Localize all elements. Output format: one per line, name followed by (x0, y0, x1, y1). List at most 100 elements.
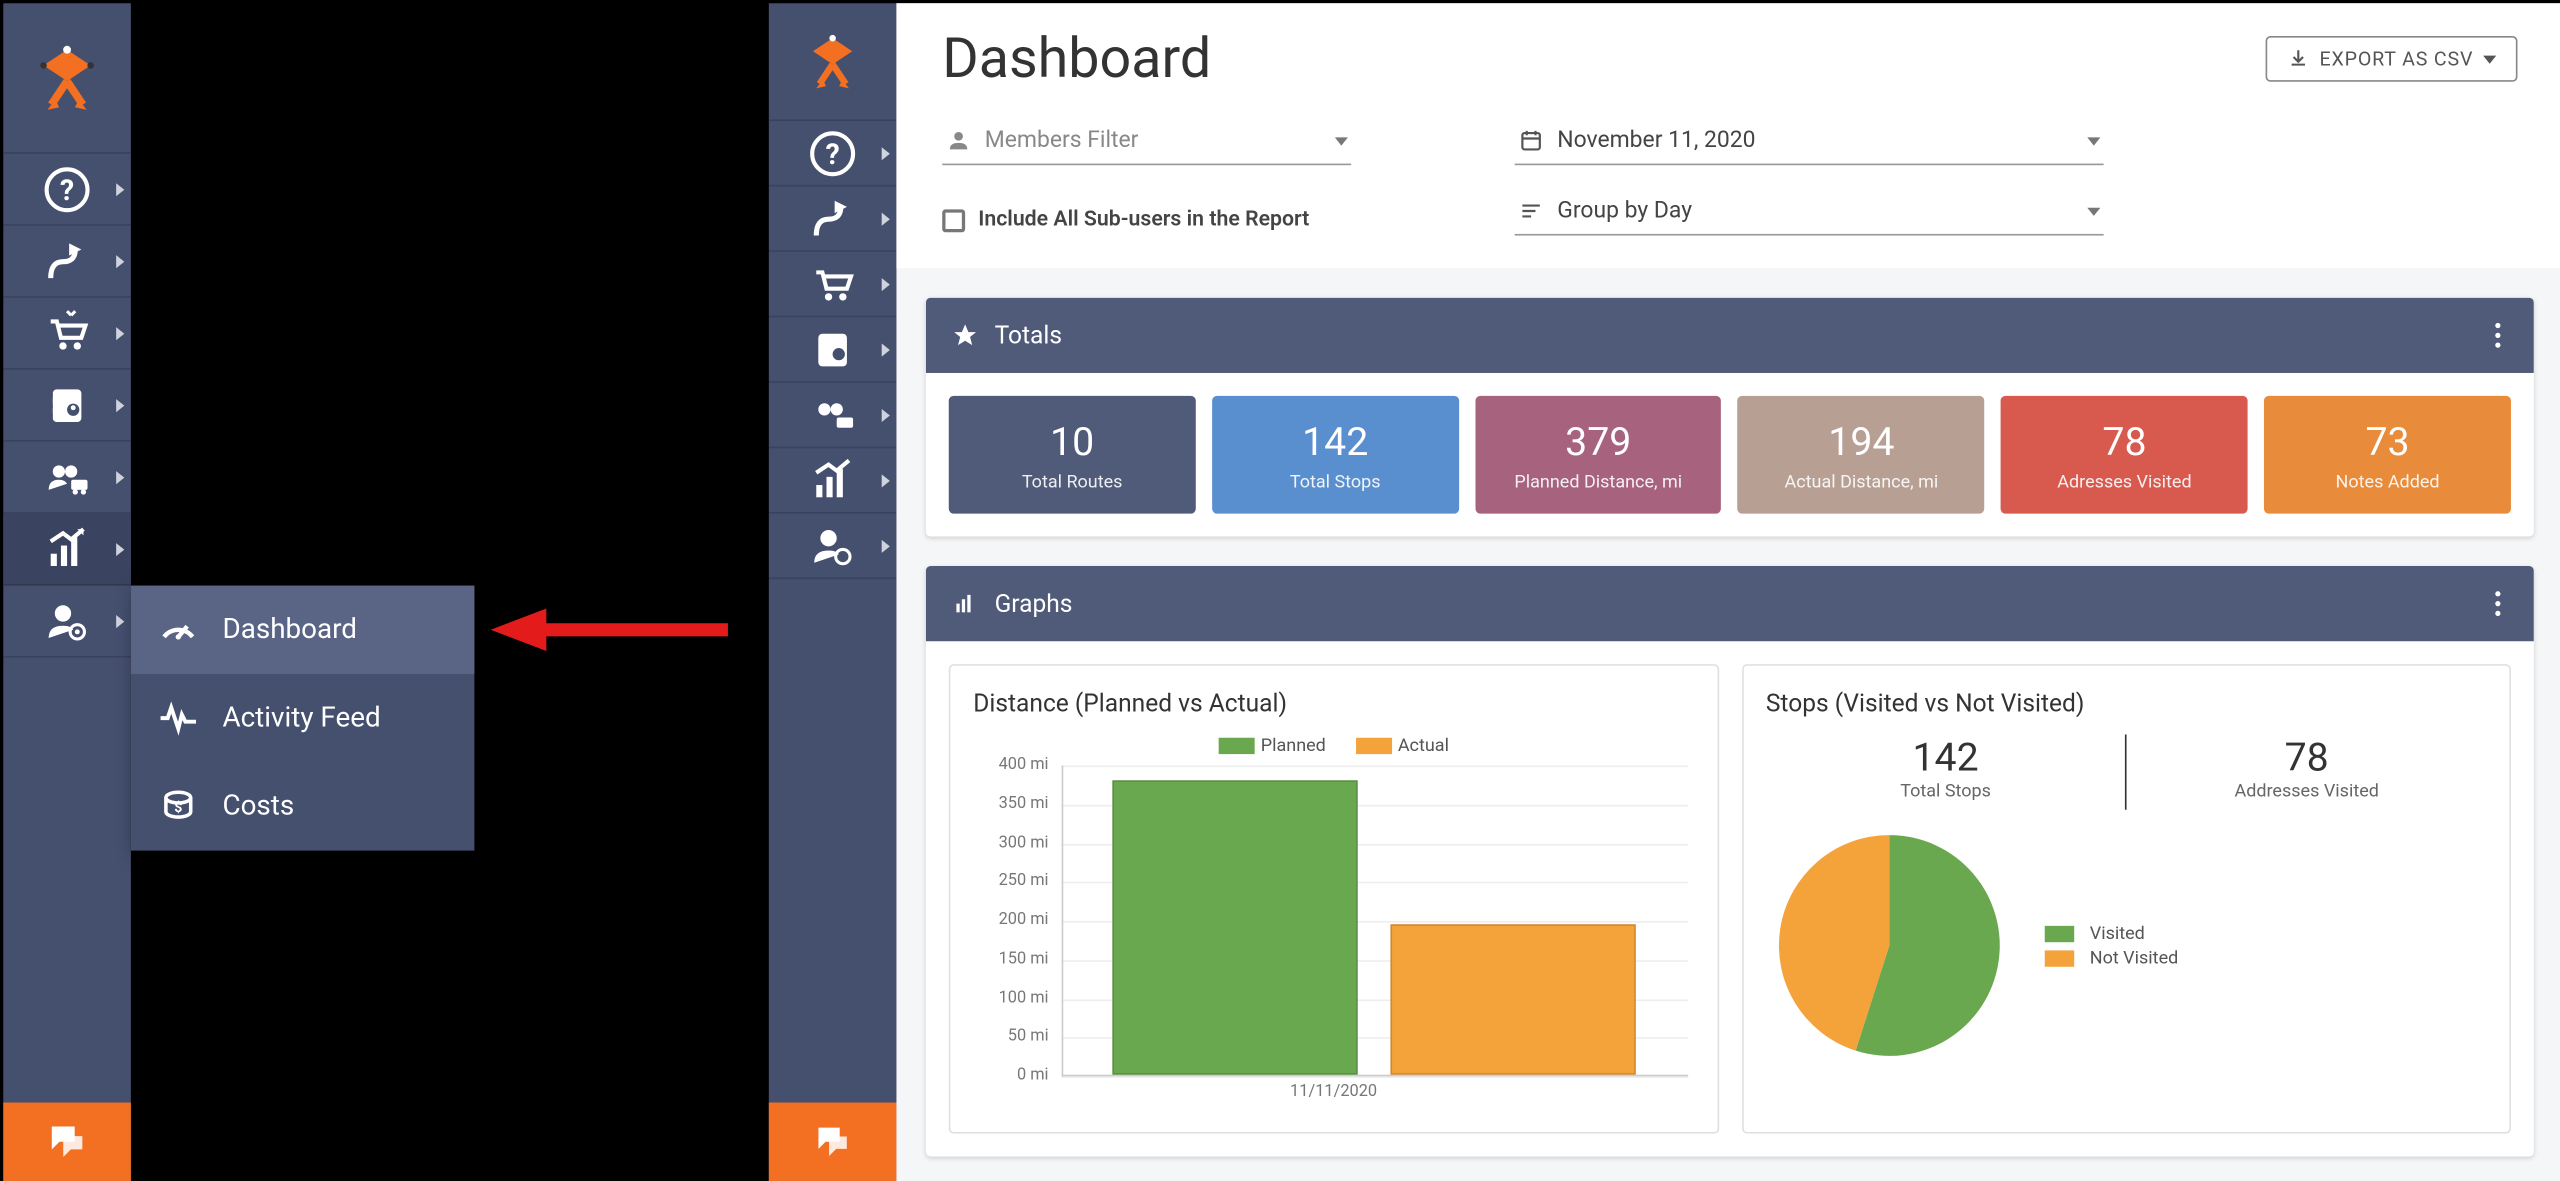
export-label: EXPORT AS CSV (2320, 47, 2474, 70)
submenu-costs[interactable]: $ Costs (131, 762, 475, 850)
nav-orders[interactable] (3, 298, 131, 370)
include-subusers-checkbox[interactable]: Include All Sub-users in the Report (942, 208, 1449, 233)
export-csv-button[interactable]: EXPORT AS CSV (2266, 36, 2518, 82)
nav-addressbook[interactable] (3, 370, 131, 442)
nav-addressbook[interactable] (769, 317, 897, 382)
chevron-right-icon (116, 254, 124, 267)
chevron-right-icon (882, 277, 890, 290)
download-icon (2287, 47, 2310, 70)
chevron-right-icon (882, 146, 890, 159)
card-value: 142 (1302, 418, 1368, 464)
nav-routes[interactable] (3, 226, 131, 298)
legend-not-visited: Not Visited (2090, 947, 2179, 968)
chevron-right-icon (116, 470, 124, 483)
members-filter-placeholder: Members Filter (985, 128, 1139, 154)
distance-bar-chart: 0 mi50 mi100 mi150 mi200 mi250 mi300 mi3… (973, 766, 1694, 1110)
card-label: Total Stops (1290, 470, 1381, 491)
nav-orders[interactable] (769, 252, 897, 317)
panel-menu-button[interactable] (2488, 584, 2508, 623)
card-label: Total Routes (1022, 470, 1123, 491)
card-label: Notes Added (2336, 470, 2440, 491)
total-stops-label: Total Stops (1766, 780, 2125, 801)
user-icon (945, 128, 971, 154)
caret-down-icon (2483, 55, 2496, 63)
card-label: Actual Distance, mi (1784, 470, 1938, 491)
card-label: Adresses Visited (2057, 470, 2191, 491)
chevron-right-icon (882, 408, 890, 421)
graphs-header: Graphs (995, 589, 1073, 618)
legend-visited: Visited (2090, 923, 2145, 944)
nav-user-settings[interactable] (3, 586, 131, 658)
card-value: 73 (2365, 418, 2409, 464)
calendar-icon (1518, 128, 1544, 154)
nav-user-settings[interactable] (769, 514, 897, 579)
card-value: 78 (2102, 418, 2146, 464)
stops-chart-card: Stops (Visited vs Not Visited) 142 Total… (1741, 664, 2511, 1133)
totals-card: 194 Actual Distance, mi (1738, 396, 1985, 514)
totals-header: Totals (995, 321, 1062, 350)
bar-actual (1390, 924, 1635, 1075)
nav-help[interactable]: ? (769, 121, 897, 186)
nav-routes[interactable] (769, 186, 897, 251)
chevron-right-icon (116, 614, 124, 627)
x-axis-label: 11/11/2020 (973, 1083, 1694, 1109)
chat-button[interactable] (769, 1103, 897, 1181)
total-stops-value: 142 (1766, 734, 2125, 780)
caret-down-icon (2087, 137, 2100, 145)
chart-icon (952, 591, 978, 617)
star-icon (952, 322, 978, 348)
panel-menu-button[interactable] (2488, 316, 2508, 355)
totals-panel: Totals 10 Total Routes 142 Total Stops 379… (926, 298, 2534, 537)
chat-button[interactable] (3, 1103, 131, 1181)
nav-analytics[interactable] (3, 514, 131, 586)
bar-planned (1112, 780, 1357, 1074)
totals-card: 73 Notes Added (2264, 396, 2511, 514)
submenu-label: Costs (222, 790, 294, 823)
graphs-panel: Graphs Distance (Planned vs Actual) Plan… (926, 566, 2534, 1157)
submenu-label: Dashboard (222, 613, 357, 646)
chevron-right-icon (116, 398, 124, 411)
distance-chart-title: Distance (Planned vs Actual) (973, 689, 1694, 718)
visited-label: Addresses Visited (2127, 780, 2486, 801)
totals-card: 78 Adresses Visited (2001, 396, 2248, 514)
caret-down-icon (1335, 137, 1348, 145)
legend-actual: Actual (1398, 734, 1449, 755)
submenu-activity-feed[interactable]: Activity Feed (131, 674, 475, 762)
card-label: Planned Distance, mi (1514, 470, 1682, 491)
checkbox-icon (942, 209, 965, 232)
nav-help[interactable]: ? (3, 154, 131, 226)
stops-pie-chart (1766, 823, 2011, 1068)
group-by-select[interactable]: Group by Day (1515, 191, 2104, 235)
include-subusers-label: Include All Sub-users in the Report (978, 208, 1309, 233)
app-logo (3, 3, 131, 153)
analytics-submenu: Dashboard Activity Feed $ Costs (131, 586, 475, 851)
nav-analytics[interactable] (769, 448, 897, 513)
distance-chart-card: Distance (Planned vs Actual) Planned Act… (949, 664, 1719, 1133)
chevron-right-icon (882, 212, 890, 225)
nav-team[interactable] (769, 383, 897, 448)
nav-team[interactable] (3, 442, 131, 514)
main-content: Dashboard EXPORT AS CSV Members Filter (896, 3, 2560, 1181)
sidebar-secondary: ? (769, 3, 897, 1181)
chevron-right-icon (882, 343, 890, 356)
topbar: Dashboard EXPORT AS CSV Members Filter (896, 3, 2560, 268)
caret-down-icon (2087, 207, 2100, 215)
svg-text:?: ? (825, 136, 839, 170)
svg-text:?: ? (60, 172, 74, 206)
date-value: November 11, 2020 (1557, 128, 1755, 154)
chevron-right-icon (116, 542, 124, 555)
submenu-dashboard[interactable]: Dashboard (131, 586, 475, 674)
chevron-right-icon (116, 182, 124, 195)
totals-card: 379 Planned Distance, mi (1475, 396, 1722, 514)
date-select[interactable]: November 11, 2020 (1515, 121, 2104, 165)
members-filter-select[interactable]: Members Filter (942, 121, 1351, 165)
sidebar-primary: ? (3, 3, 131, 1181)
card-value: 379 (1565, 418, 1631, 464)
chevron-right-icon (116, 326, 124, 339)
app-logo (769, 3, 897, 121)
group-icon (1518, 198, 1544, 224)
distance-legend: Planned Actual (973, 734, 1694, 755)
legend-planned: Planned (1261, 734, 1326, 755)
card-value: 10 (1050, 418, 1094, 464)
card-value: 194 (1828, 418, 1894, 464)
